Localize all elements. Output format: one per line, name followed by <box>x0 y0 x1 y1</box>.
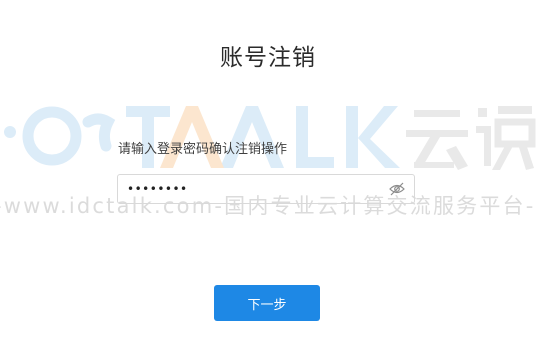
password-input[interactable]: •••••••• <box>117 174 415 204</box>
eye-hidden-icon[interactable] <box>389 182 405 196</box>
password-instruction-label: 请输入登录密码确认注销操作 <box>118 142 288 157</box>
page-title: 账号注销 <box>220 45 316 71</box>
next-step-button[interactable]: 下一步 <box>214 285 320 321</box>
account-cancel-panel: 账号注销 请输入登录密码确认注销操作 •••••••• 下一步 <box>0 0 536 356</box>
password-masked-value[interactable]: •••••••• <box>127 180 188 198</box>
